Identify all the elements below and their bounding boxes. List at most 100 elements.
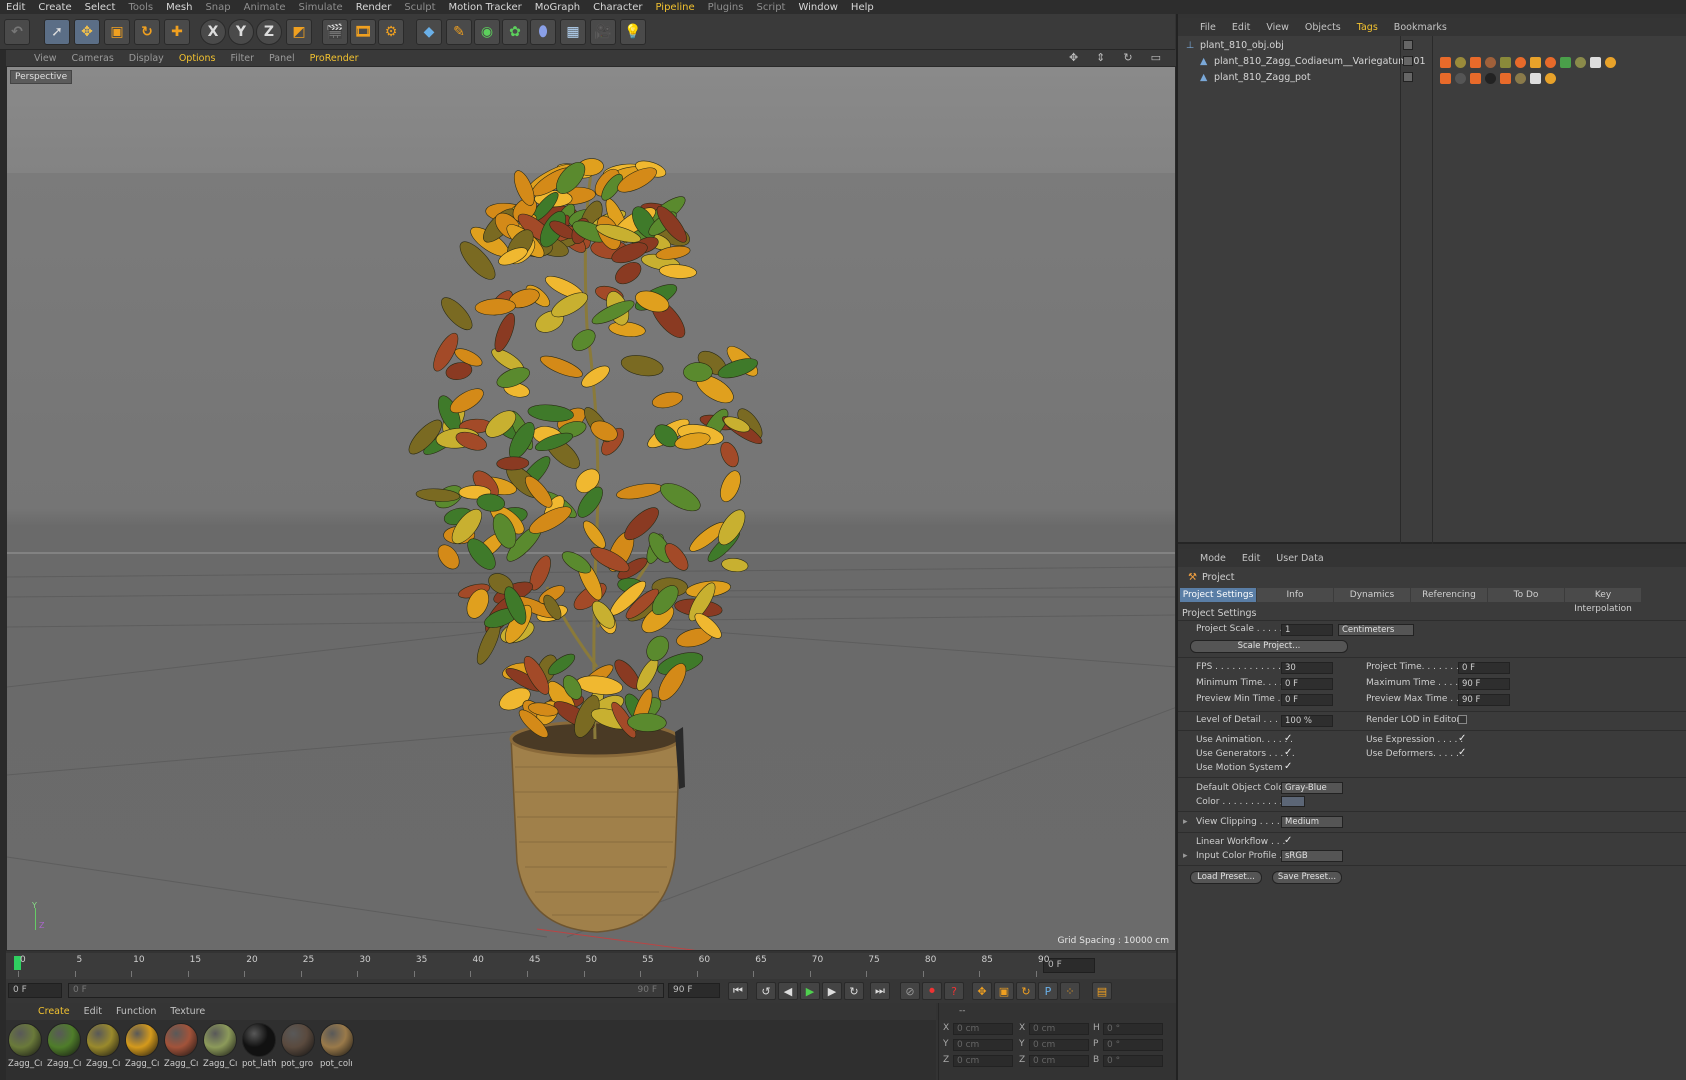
input-color-expand-icon[interactable]: ▸: [1183, 851, 1188, 861]
material-swatch[interactable]: pot_lath: [242, 1023, 278, 1071]
visibility-toggle[interactable]: [1403, 72, 1413, 82]
viewport-menu-options[interactable]: Options: [179, 53, 216, 64]
material-tag-icon[interactable]: [1440, 57, 1451, 68]
menu-help[interactable]: Help: [851, 2, 874, 13]
light-icon[interactable]: 💡: [620, 19, 646, 45]
object-menu-view[interactable]: View: [1266, 22, 1289, 33]
material-tag-icon[interactable]: [1575, 57, 1586, 68]
rotate-tool-icon[interactable]: ↻: [134, 19, 160, 45]
material-tag-icon[interactable]: [1545, 73, 1556, 84]
material-tag-icon[interactable]: [1515, 57, 1526, 68]
undo-icon[interactable]: ↶: [4, 19, 30, 45]
tab-key-interpolation[interactable]: Key Interpolation: [1565, 588, 1641, 614]
viewport-menu-prorender[interactable]: ProRender: [310, 53, 359, 64]
play-icon[interactable]: ▶: [800, 982, 820, 1000]
material-swatch[interactable]: Zagg_Cı: [47, 1023, 83, 1071]
attribute-menu-user-data[interactable]: User Data: [1276, 553, 1323, 564]
coordinate-field[interactable]: 0 cm: [953, 1039, 1013, 1051]
save-preset-button[interactable]: Save Preset...: [1272, 871, 1342, 884]
timeline-ruler[interactable]: 0 F 0 5 10 15 20 25 30 35 40 45 50 55 60 65 70 75 80 85 90: [6, 953, 1176, 979]
pan-icon[interactable]: ✥: [1069, 51, 1078, 64]
material-tag-icon[interactable]: [1440, 73, 1451, 84]
menu-render[interactable]: Render: [356, 2, 392, 13]
render-settings-icon[interactable]: ⚙: [378, 19, 404, 45]
material-swatch[interactable]: pot_colı: [320, 1023, 356, 1071]
scale-tool-icon[interactable]: ▣: [104, 19, 130, 45]
current-frame-field[interactable]: 0 F: [8, 983, 62, 998]
viewport-perspective[interactable]: Perspective Y Z Grid Spacing : 10000 cm: [6, 66, 1176, 951]
render-region-icon[interactable]: 🎞: [350, 19, 376, 45]
project-scale-field[interactable]: 1: [1281, 624, 1333, 636]
material-swatch[interactable]: pot_gro: [281, 1023, 317, 1071]
min-time-field[interactable]: 0 F: [1281, 678, 1333, 690]
go-to-start-icon[interactable]: ⏮: [728, 982, 748, 1000]
coordinate-field[interactable]: 0 cm: [1029, 1055, 1089, 1067]
tab-referencing[interactable]: Referencing: [1411, 588, 1487, 602]
record-icon[interactable]: ⏺: [922, 982, 942, 1000]
material-tag-icon[interactable]: [1485, 57, 1496, 68]
previous-frame-icon[interactable]: ◀: [778, 982, 798, 1000]
render-view-icon[interactable]: 🎬: [322, 19, 348, 45]
orbit-icon[interactable]: ↻: [1123, 51, 1132, 64]
render-lod-checkbox[interactable]: [1458, 715, 1467, 724]
material-tag-icon[interactable]: [1590, 57, 1601, 68]
preview-max-field[interactable]: 90 F: [1458, 694, 1510, 706]
lod-field[interactable]: 100 %: [1281, 715, 1333, 727]
object-column-divider[interactable]: [1400, 36, 1401, 544]
camera-icon[interactable]: 🎥: [590, 19, 616, 45]
material-tag-icon[interactable]: [1560, 57, 1571, 68]
tab-info[interactable]: Info: [1257, 588, 1333, 602]
object-menu-file[interactable]: File: [1200, 22, 1216, 33]
material-tag-icon[interactable]: [1605, 57, 1616, 68]
menu-sculpt[interactable]: Sculpt: [404, 2, 435, 13]
material-swatch[interactable]: Zagg_Cı: [86, 1023, 122, 1071]
tab-dynamics[interactable]: Dynamics: [1334, 588, 1410, 602]
load-preset-button[interactable]: Load Preset...: [1190, 871, 1262, 884]
menu-select[interactable]: Select: [85, 2, 116, 13]
material-tag-icon[interactable]: [1470, 73, 1481, 84]
object-menu-objects[interactable]: Objects: [1305, 22, 1341, 33]
next-key-icon[interactable]: ↻: [844, 982, 864, 1000]
object-menu-edit[interactable]: Edit: [1232, 22, 1250, 33]
max-time-field[interactable]: 90 F: [1458, 678, 1510, 690]
view-clipping-expand-icon[interactable]: ▸: [1183, 817, 1188, 827]
material-tag-icon[interactable]: [1545, 57, 1556, 68]
key-position-icon[interactable]: ✥: [972, 982, 992, 1000]
tag-column-divider[interactable]: [1432, 36, 1433, 544]
use-generators-checkbox[interactable]: ✓: [1284, 747, 1292, 758]
menu-motion-tracker[interactable]: Motion Tracker: [449, 2, 522, 13]
material-tag-icon[interactable]: [1530, 57, 1541, 68]
coordinate-field[interactable]: 0 cm: [1029, 1039, 1089, 1051]
previous-key-icon[interactable]: ↺: [756, 982, 776, 1000]
floor-icon[interactable]: ▦: [560, 19, 586, 45]
color-swatch[interactable]: [1281, 796, 1305, 807]
go-to-end-icon[interactable]: ⏭: [870, 982, 890, 1000]
menu-snap[interactable]: Snap: [205, 2, 230, 13]
menu-edit[interactable]: Edit: [6, 2, 25, 13]
coordinate-field[interactable]: 0 °: [1103, 1055, 1163, 1067]
view-clipping-dropdown[interactable]: Medium: [1281, 816, 1343, 828]
pen-spline-icon[interactable]: ✎: [446, 19, 472, 45]
menu-tools[interactable]: Tools: [128, 2, 153, 13]
linear-workflow-checkbox[interactable]: ✓: [1284, 835, 1292, 846]
menu-character[interactable]: Character: [593, 2, 642, 13]
material-swatch[interactable]: Zagg_Cı: [125, 1023, 161, 1071]
menu-pipeline[interactable]: Pipeline: [656, 2, 695, 13]
key-pla-icon[interactable]: ⁘: [1060, 982, 1080, 1000]
transform-tool-icon[interactable]: ✚: [164, 19, 190, 45]
dolly-icon[interactable]: ⇕: [1096, 51, 1105, 64]
object-menu-bookmarks[interactable]: Bookmarks: [1394, 22, 1447, 33]
use-expression-checkbox[interactable]: ✓: [1458, 733, 1466, 744]
deformer-icon[interactable]: ⬮: [530, 19, 556, 45]
attribute-menu-edit[interactable]: Edit: [1242, 553, 1260, 564]
material-tag-icon[interactable]: [1455, 73, 1466, 84]
use-animation-checkbox[interactable]: ✓: [1284, 733, 1292, 744]
key-scale-icon[interactable]: ▣: [994, 982, 1014, 1000]
material-swatch[interactable]: Zagg_Cı: [203, 1023, 239, 1071]
coordinate-field[interactable]: 0 cm: [1029, 1023, 1089, 1035]
viewport-menu-display[interactable]: Display: [129, 53, 164, 64]
material-tag-icon[interactable]: [1500, 57, 1511, 68]
x-axis-button[interactable]: X: [200, 19, 226, 45]
material-menu-function[interactable]: Function: [116, 1006, 156, 1017]
menu-mesh[interactable]: Mesh: [166, 2, 192, 13]
